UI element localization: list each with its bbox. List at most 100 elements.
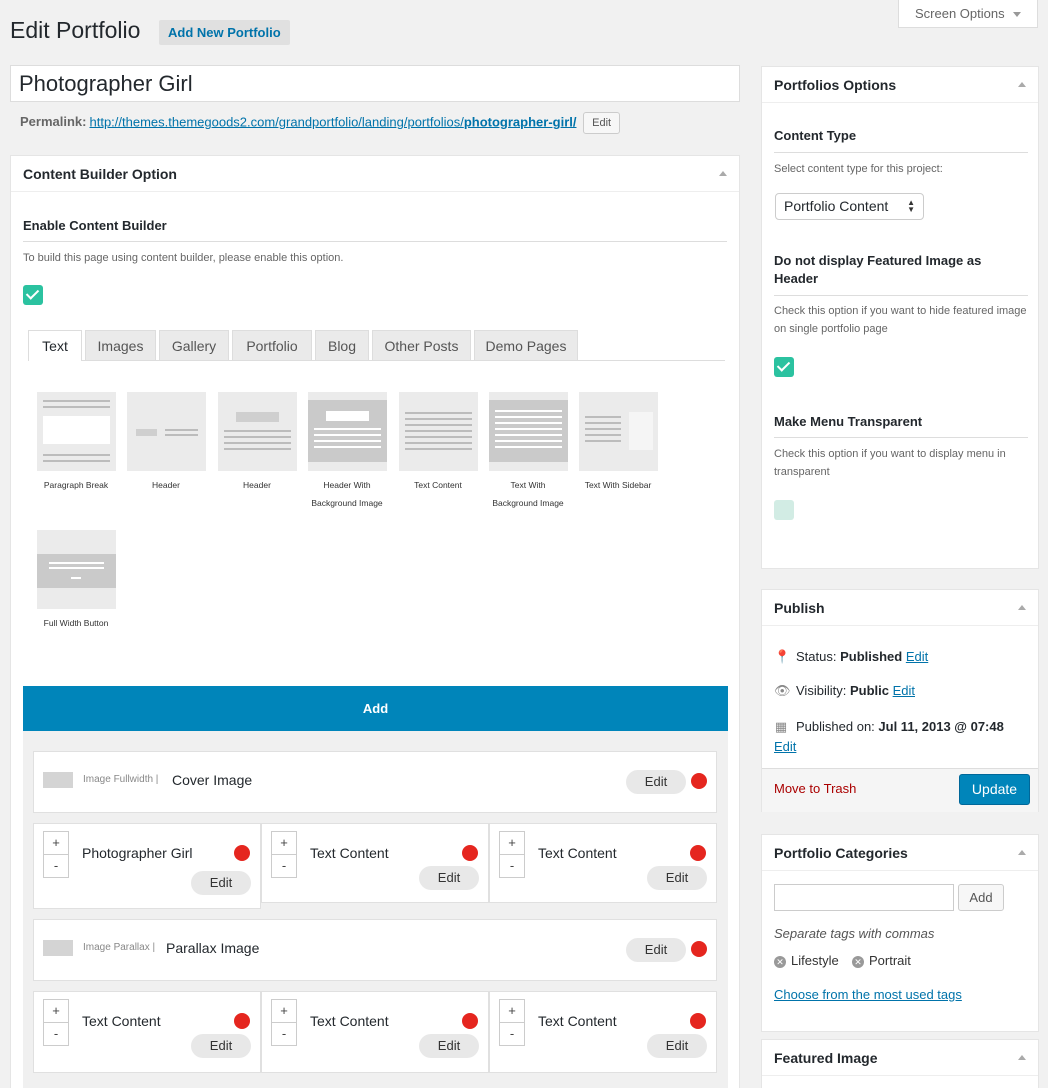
module-text-with-sidebar[interactable]: Text With Sidebar [578,392,658,494]
module-paragraph-break[interactable]: Paragraph Break [36,392,116,494]
minus-button[interactable]: - [43,854,69,878]
update-button[interactable]: Update [959,774,1030,805]
module-full-width-button[interactable]: Full Width Button [36,530,116,632]
edit-button[interactable]: Edit [419,866,479,890]
edit-button[interactable]: Edit [191,871,251,895]
remove-icon[interactable] [462,1013,478,1029]
minus-button[interactable]: - [271,1022,297,1046]
featured-image-header[interactable]: Featured Image [762,1040,1038,1076]
remove-icon[interactable] [691,773,707,789]
module-label-2: Background Image [492,498,564,508]
collapse-arrow-icon[interactable] [1018,1055,1026,1060]
tag-input[interactable] [774,884,954,911]
tab-images[interactable]: Images [85,330,156,360]
item-type: Image Fullwidth | [83,774,159,785]
item-name: Parallax Image [166,940,260,956]
content-type-value: Portfolio Content [784,198,889,214]
remove-icon[interactable] [234,845,250,861]
column-name: Text Content [310,845,389,861]
permalink-edit-button[interactable]: Edit [583,112,621,134]
minus-button[interactable]: - [271,854,297,878]
permalink-link[interactable]: http://themes.themegoods2.com/grandportf… [89,114,576,129]
move-to-trash-link[interactable]: Move to Trash [774,781,856,796]
featured-image-header-checkbox[interactable] [774,357,794,377]
module-header-with-background-image[interactable]: Header With Background Image [307,392,387,512]
minus-button[interactable]: - [43,1022,69,1046]
minus-button[interactable]: - [499,854,525,878]
edit-button[interactable]: Edit [419,1034,479,1058]
builder-item-parallax-image[interactable]: Image Parallax | Parallax Image Edit [33,919,717,981]
edit-button[interactable]: Edit [626,770,686,794]
collapse-arrow-icon[interactable] [1018,605,1026,610]
add-tag-button[interactable]: Add [958,884,1004,911]
enable-content-builder-checkbox[interactable] [23,285,43,305]
image-thumb [43,772,73,788]
post-title-input[interactable] [10,65,740,102]
remove-tag-icon[interactable]: ✕ [852,956,864,968]
eye-icon: 👁 [774,683,791,698]
edit-button[interactable]: Edit [647,866,707,890]
builder-column-card[interactable]: + - Photographer Girl Edit [33,823,261,909]
full-width-button-thumb [36,530,116,609]
edit-button[interactable]: Edit [191,1034,251,1058]
divider [774,295,1028,296]
collapse-arrow-icon[interactable] [719,171,727,176]
edit-button[interactable]: Edit [626,938,686,962]
tab-portfolio[interactable]: Portfolio [232,330,312,360]
screen-options-button[interactable]: Screen Options [898,0,1038,28]
module-text-content[interactable]: Text Content [398,392,478,494]
edit-button[interactable]: Edit [647,1034,707,1058]
divider [774,437,1028,438]
plus-button[interactable]: + [271,999,297,1023]
builder-column-card[interactable]: + - Text Content Edit [489,823,717,903]
remove-icon[interactable] [234,1013,250,1029]
column-stepper: + - [43,831,69,878]
collapse-arrow-icon[interactable] [1018,82,1026,87]
enable-content-builder-desc: To build this page using content builder… [23,252,344,264]
status-edit-link[interactable]: Edit [906,649,928,664]
visibility-edit-link[interactable]: Edit [893,683,915,698]
remove-icon[interactable] [690,1013,706,1029]
content-type-desc: Select content type for this project: [774,163,943,175]
content-builder-header[interactable]: Content Builder Option [11,156,739,192]
publish-actions: Move to Trash Update [762,768,1038,812]
pin-icon: 📍 [774,649,791,664]
enable-content-builder-label: Enable Content Builder [23,218,167,233]
plus-button[interactable]: + [271,831,297,855]
plus-button[interactable]: + [499,999,525,1023]
minus-button[interactable]: - [499,1022,525,1046]
builder-item-cover-image[interactable]: Image Fullwidth | Cover Image Edit [33,751,717,813]
publish-header[interactable]: Publish [762,590,1038,626]
remove-icon[interactable] [691,941,707,957]
module-text-with-background-image[interactable]: Text With Background Image [488,392,568,512]
menu-transparent-checkbox[interactable] [774,500,794,520]
plus-button[interactable]: + [499,831,525,855]
portfolio-categories-header[interactable]: Portfolio Categories [762,835,1038,871]
remove-icon[interactable] [690,845,706,861]
builder-column-card[interactable]: + - Text Content Edit [489,991,717,1073]
module-header-2[interactable]: Header [217,392,297,494]
tab-gallery[interactable]: Gallery [159,330,229,360]
remove-tag-icon[interactable]: ✕ [774,956,786,968]
content-type-select[interactable]: Portfolio Content ▲ ▼ [775,193,924,220]
add-new-portfolio-button[interactable]: Add New Portfolio [159,20,290,45]
tab-demo-pages[interactable]: Demo Pages [474,330,578,360]
tab-text[interactable]: Text [28,330,82,361]
plus-button[interactable]: + [43,831,69,855]
tab-other-posts[interactable]: Other Posts [372,330,471,360]
collapse-arrow-icon[interactable] [1018,850,1026,855]
tab-blog[interactable]: Blog [315,330,369,360]
tag-portrait: ✕ Portrait [852,953,911,968]
portfolio-options-header[interactable]: Portfolios Options [762,67,1038,103]
add-module-button[interactable]: Add [23,686,728,731]
builder-column-card[interactable]: + - Text Content Edit [261,991,489,1073]
module-header-1[interactable]: Header [126,392,206,494]
builder-column-card[interactable]: + - Text Content Edit [33,991,261,1073]
menu-transparent-label: Make Menu Transparent [774,414,923,429]
calendar-icon: ▦ [774,719,788,734]
plus-button[interactable]: + [43,999,69,1023]
builder-column-card[interactable]: + - Text Content Edit [261,823,489,903]
most-used-tags-link[interactable]: Choose from the most used tags [774,987,962,1002]
remove-icon[interactable] [462,845,478,861]
date-edit-link[interactable]: Edit [774,739,796,754]
